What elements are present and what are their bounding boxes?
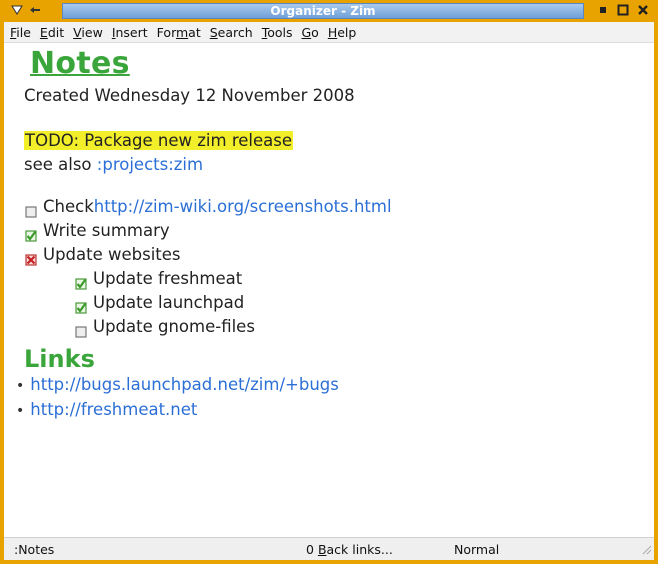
external-link[interactable]: http://freshmeat.net bbox=[30, 400, 197, 419]
task-text: Write summary bbox=[43, 221, 170, 240]
menu-item[interactable]: File bbox=[10, 25, 31, 40]
menu-item[interactable]: Search bbox=[210, 25, 253, 40]
menu-bar: File Edit View Insert Format Search Tools Go Hel… bbox=[4, 22, 654, 43]
client-area: File Edit View Insert Format Search Tools Go Hel… bbox=[4, 22, 654, 560]
todo-highlight: TODO: Package new zim release bbox=[24, 131, 293, 150]
links-list: • http://bugs.launchpad.net/zim/+bugs • htt… bbox=[16, 373, 654, 423]
editor-content[interactable]: Notes Created Wednesday 12 November 2008… bbox=[4, 43, 654, 538]
task-text: Update websites bbox=[43, 245, 181, 264]
task-text: Update freshmeat bbox=[93, 269, 243, 288]
edit-mode-label: Normal bbox=[454, 542, 500, 557]
external-link[interactable]: http://bugs.launchpad.net/zim/+bugs bbox=[30, 375, 339, 394]
backlinks-key: B bbox=[317, 542, 327, 557]
close-icon[interactable] bbox=[636, 3, 650, 17]
current-page-label: :Notes bbox=[14, 542, 55, 557]
title-bar: Organizer - Zim bbox=[4, 0, 654, 22]
title-strip[interactable]: Organizer - Zim bbox=[62, 3, 584, 19]
task-item: Update gnome-files bbox=[74, 315, 654, 339]
shade-icon[interactable] bbox=[28, 3, 42, 17]
titlebar-right-controls bbox=[596, 3, 650, 17]
task-prefix: Check bbox=[43, 197, 94, 216]
links-heading: Links bbox=[24, 345, 95, 373]
todo-line: TODO: Package new zim release bbox=[24, 129, 654, 153]
task-text: Update gnome-files bbox=[93, 317, 255, 336]
task-item: Write summary bbox=[24, 219, 654, 243]
see-also-line: see also :projects:zim bbox=[24, 153, 654, 177]
checked-checkbox-icon[interactable] bbox=[75, 273, 87, 290]
menu-item[interactable]: Edit bbox=[40, 25, 64, 40]
task-item: Check http://zim-wiki.org/screenshots.ht… bbox=[24, 195, 654, 219]
menu-item[interactable]: Go bbox=[301, 25, 318, 40]
crossed-checkbox-icon[interactable] bbox=[25, 249, 37, 266]
list-item: • http://freshmeat.net bbox=[16, 398, 654, 423]
created-date: Created Wednesday 12 November 2008 bbox=[24, 86, 355, 105]
see-also-link[interactable]: :projects:zim bbox=[97, 155, 203, 174]
app-window: Organizer - Zim File Edit View Insert Format… bbox=[0, 0, 658, 564]
menu-item[interactable]: Tools bbox=[262, 25, 293, 40]
menu-item[interactable]: Insert bbox=[112, 25, 148, 40]
unchecked-checkbox-icon[interactable] bbox=[75, 321, 87, 338]
task-list: Check http://zim-wiki.org/screenshots.ht… bbox=[24, 195, 654, 339]
bullet-icon: • bbox=[16, 378, 25, 394]
backlinks-label: ack links... bbox=[326, 542, 393, 557]
status-bar: :Notes 0 Back links... Normal bbox=[4, 537, 654, 560]
maximize-icon[interactable] bbox=[616, 3, 630, 17]
backlinks-count: 0 bbox=[306, 542, 314, 557]
bullet-icon: • bbox=[16, 403, 25, 419]
task-item: Update websites bbox=[24, 243, 654, 267]
titlebar-left-controls bbox=[10, 3, 42, 17]
menu-item[interactable]: View bbox=[73, 25, 103, 40]
task-link[interactable]: http://zim-wiki.org/screenshots.html bbox=[94, 195, 392, 219]
task-item: Update launchpad bbox=[74, 291, 654, 315]
page-title: Notes bbox=[30, 46, 130, 81]
see-also-prefix: see also bbox=[24, 155, 97, 174]
checked-checkbox-icon[interactable] bbox=[25, 225, 37, 242]
task-text: Update launchpad bbox=[93, 293, 245, 312]
list-item: • http://bugs.launchpad.net/zim/+bugs bbox=[16, 373, 654, 398]
menu-triangle-icon[interactable] bbox=[10, 3, 24, 17]
minimize-icon[interactable] bbox=[596, 3, 610, 17]
task-item: Update freshmeat bbox=[74, 267, 654, 291]
window-title: Organizer - Zim bbox=[270, 4, 376, 18]
resize-grip-icon[interactable] bbox=[640, 543, 652, 558]
checked-checkbox-icon[interactable] bbox=[75, 297, 87, 314]
backlinks-button[interactable]: 0 Back links... bbox=[306, 542, 393, 557]
menu-item[interactable]: Help bbox=[328, 25, 357, 40]
menu-item[interactable]: Format bbox=[157, 25, 201, 40]
unchecked-checkbox-icon[interactable] bbox=[25, 201, 37, 218]
